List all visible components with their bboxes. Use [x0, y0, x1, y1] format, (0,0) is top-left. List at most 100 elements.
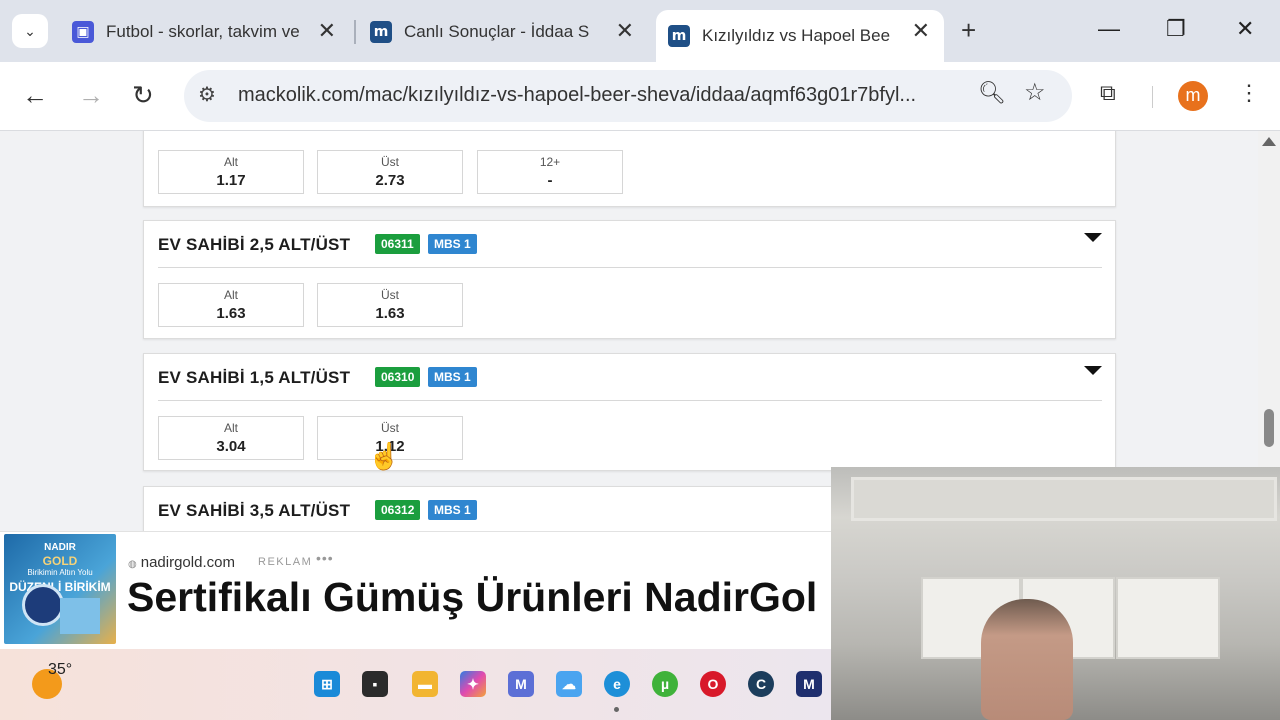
mackolik-app-icon[interactable]: M: [508, 671, 534, 697]
browser-toolbar: ← → ↻ ⚙ mackolik.com/mac/kızılyıldız-vs-…: [0, 62, 1280, 131]
forward-icon[interactable]: →: [78, 80, 104, 110]
odd-button[interactable]: Alt 1.17: [158, 150, 304, 194]
odd-value: -: [547, 172, 553, 189]
tab-title: Futbol - skorlar, takvim ve: [106, 22, 300, 41]
windows-start-icon[interactable]: ⊞: [314, 671, 340, 697]
webcam-ceiling: [851, 477, 1277, 521]
market-card: EV SAHİBİ 2,5 ALT/ÜST 06311 MBS 1 Alt 1.…: [143, 220, 1116, 339]
tab-search-button[interactable]: ⌄: [12, 14, 48, 48]
tab-divider: [354, 20, 356, 44]
odd-label: Alt: [223, 288, 238, 302]
zoom-icon[interactable]: 🔍︎: [978, 80, 1006, 106]
mbs-badge: MBS 1: [428, 500, 477, 520]
collapse-caret-icon[interactable]: [1084, 366, 1102, 375]
ad-image[interactable]: NADIR GOLD Birikimin Altın Yolu DÜZENLİ …: [4, 534, 116, 644]
extensions-icon[interactable]: ⧉: [1100, 80, 1116, 106]
active-app-indicator: [614, 707, 619, 712]
m-app-icon[interactable]: M: [796, 671, 822, 697]
globe-icon: ◍: [128, 559, 137, 570]
ad-label: REKLAM: [258, 556, 313, 568]
chevron-down-icon: ⌄: [24, 22, 36, 39]
market-code-badge: 06312: [375, 500, 421, 520]
odd-label: Üst: [381, 421, 399, 435]
webcam-cabinet: [1116, 577, 1220, 659]
mbs-badge: MBS 1: [428, 367, 477, 387]
back-icon[interactable]: ←: [22, 80, 48, 110]
odd-value: 1.63: [375, 305, 405, 322]
reload-icon[interactable]: ↻: [132, 80, 154, 110]
close-icon[interactable]: ✕: [318, 18, 336, 44]
market-title: EV SAHİBİ 1,5 ALT/ÜST: [158, 368, 351, 387]
tab-canli-sonuclar[interactable]: m Canlı Sonuçlar - İddaa S ✕: [358, 10, 648, 54]
ad-image-brand: NADIR: [44, 542, 76, 553]
odd-label: Alt: [223, 155, 238, 169]
webcam-overlay: [831, 467, 1280, 720]
scroll-thumb[interactable]: [1264, 409, 1274, 447]
house-icon: [60, 598, 100, 634]
url-text[interactable]: mackolik.com/mac/kızılyıldız-vs-hapoel-b…: [238, 84, 958, 107]
odd-button[interactable]: Alt 3.04: [158, 416, 304, 460]
odd-value: 2.73: [375, 172, 405, 189]
opera-icon[interactable]: O: [700, 671, 726, 697]
ad-image-brand2: GOLD: [42, 554, 78, 568]
tab-title: Canlı Sonuçlar - İddaa S: [404, 22, 590, 41]
weather-temperature[interactable]: 35°: [48, 661, 72, 679]
edge-icon[interactable]: e: [604, 671, 630, 697]
odd-value: 1.63: [216, 305, 246, 322]
file-explorer-icon[interactable]: ▬: [412, 671, 438, 697]
ad-banner[interactable]: NADIR GOLD Birikimin Altın Yolu DÜZENLİ …: [0, 531, 832, 650]
odd-button[interactable]: Üst 2.73: [317, 150, 463, 194]
ad-image-tagline: Birikimin Altın Yolu: [27, 568, 93, 577]
address-bar[interactable]: ⚙ mackolik.com/mac/kızılyıldız-vs-hapoel…: [184, 70, 1072, 122]
webcam-person: [981, 599, 1073, 720]
collapse-caret-icon[interactable]: [1084, 233, 1102, 242]
odd-value: 1.17: [216, 172, 246, 189]
copilot-icon[interactable]: ✦: [460, 671, 486, 697]
coin-icon: [22, 584, 64, 626]
more-menu-icon[interactable]: ⋮: [1238, 80, 1260, 106]
odd-label: Alt: [223, 421, 238, 435]
market-header[interactable]: EV SAHİBİ 1,5 ALT/ÜST 06310 MBS 1: [158, 354, 1102, 401]
market-title: EV SAHİBİ 2,5 ALT/ÜST: [158, 235, 351, 254]
site-settings-icon[interactable]: ⚙: [198, 82, 216, 107]
scroll-up-arrow-icon[interactable]: [1262, 137, 1276, 146]
minimize-icon[interactable]: —: [1098, 14, 1120, 44]
tab-strip: ⌄ ▣ Futbol - skorlar, takvim ve ✕ m Canl…: [0, 0, 1280, 62]
market-code-badge: 06311: [375, 234, 420, 254]
mackolik-icon: m: [668, 25, 690, 47]
ad-domain[interactable]: ◍ nadirgold.com: [128, 554, 235, 571]
ccleaner-icon[interactable]: C: [748, 671, 774, 697]
window-close-icon[interactable]: ✕: [1236, 14, 1254, 44]
odd-label: Üst: [381, 155, 399, 169]
task-view-icon[interactable]: ▪: [362, 671, 388, 697]
ad-headline[interactable]: Sertifikalı Gümüş Ürünleri NadirGol: [127, 574, 817, 621]
windows-taskbar: 35° ⊞ ▪ ▬ ✦ M ☁ e µ O C M: [0, 649, 832, 720]
toolbar-divider: [1152, 86, 1153, 108]
restore-icon[interactable]: ❐: [1166, 14, 1186, 44]
odd-button[interactable]: 12+ -: [477, 150, 623, 194]
market-card: EV SAHİBİ 1,5 ALT/ÜST 06310 MBS 1 Alt 3.…: [143, 353, 1116, 471]
close-icon[interactable]: ✕: [616, 18, 634, 44]
odd-value: 3.04: [216, 438, 246, 455]
market-card: Alt 1.17 Üst 2.73 12+ -: [143, 131, 1116, 207]
market-title: EV SAHİBİ 3,5 ALT/ÜST: [158, 501, 351, 520]
mackolik-icon: m: [370, 21, 392, 43]
cloud-icon[interactable]: ☁: [556, 671, 582, 697]
flashscore-icon: ▣: [72, 21, 94, 43]
odd-button[interactable]: Alt 1.63: [158, 283, 304, 327]
tab-kizilyildiz-hapoel[interactable]: m Kızılyıldız vs Hapoel Bee ✕: [656, 10, 944, 62]
market-header[interactable]: EV SAHİBİ 2,5 ALT/ÜST 06311 MBS 1: [158, 221, 1102, 268]
mbs-badge: MBS 1: [428, 234, 477, 254]
tab-futbol[interactable]: ▣ Futbol - skorlar, takvim ve ✕: [60, 10, 350, 54]
new-tab-icon[interactable]: +: [961, 16, 976, 44]
hand-cursor-icon: ☝: [368, 441, 401, 471]
ad-domain-text: nadirgold.com: [140, 554, 235, 571]
profile-avatar[interactable]: m: [1178, 81, 1208, 111]
utorrent-icon[interactable]: µ: [652, 671, 678, 697]
odd-label: 12+: [539, 155, 561, 169]
ad-options-icon[interactable]: •••: [316, 550, 334, 566]
bookmark-star-icon[interactable]: ☆: [1024, 78, 1046, 107]
market-code-badge: 06310: [375, 367, 421, 387]
close-icon[interactable]: ✕: [912, 18, 930, 44]
odd-button[interactable]: Üst 1.63: [317, 283, 463, 327]
